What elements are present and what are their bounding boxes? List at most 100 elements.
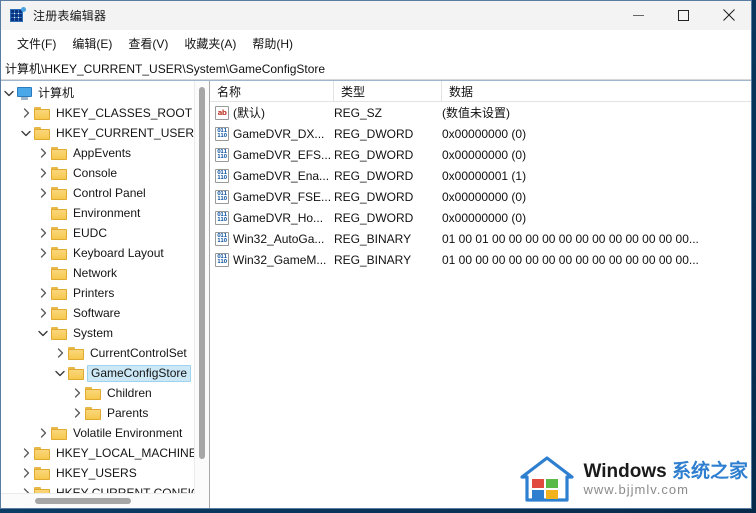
tree-horizontal-scrollbar[interactable] xyxy=(1,493,195,508)
close-button[interactable] xyxy=(706,1,751,29)
tree-horizontal-scroll-thumb[interactable] xyxy=(35,498,131,504)
chevron-down-icon[interactable] xyxy=(18,130,34,137)
chevron-right-icon[interactable] xyxy=(69,388,85,398)
folder-icon xyxy=(51,146,68,160)
menu-item-3[interactable]: 收藏夹(A) xyxy=(176,32,244,55)
value-name: GameDVR_Ena... xyxy=(233,168,330,183)
chevron-right-icon[interactable] xyxy=(52,348,68,358)
column-header-data[interactable]: 数据 xyxy=(442,81,751,101)
tree-node-label: Children xyxy=(107,385,152,400)
tree-node-label: Software xyxy=(73,305,121,320)
folder-icon xyxy=(34,466,51,480)
chevron-right-icon[interactable] xyxy=(18,468,34,478)
tree-node[interactable]: 计算机 xyxy=(1,83,195,103)
tree-node-label: Environment xyxy=(73,205,141,220)
tree-node[interactable]: GameConfigStore xyxy=(1,363,195,383)
binary-value-icon: 011 110 xyxy=(215,210,229,225)
tree-node[interactable]: Environment xyxy=(1,203,195,223)
tree-node-label: GameConfigStore xyxy=(87,364,192,382)
chevron-right-icon[interactable] xyxy=(35,188,51,198)
registry-editor-icon xyxy=(10,7,26,23)
menu-item-2[interactable]: 查看(V) xyxy=(120,32,176,55)
tree-node[interactable]: Keyboard Layout xyxy=(1,243,195,263)
value-name-cell: 011 110 GameDVR_Ho... xyxy=(210,210,334,225)
chevron-right-icon[interactable] xyxy=(35,228,51,238)
folder-icon xyxy=(68,366,85,380)
value-row[interactable]: 011 110 GameDVR_EFS... REG_DWORD 0x00000000 … xyxy=(210,144,751,165)
address-bar[interactable]: 计算机\HKEY_CURRENT_USER\System\GameConfigS… xyxy=(1,57,751,80)
tree-node-label: AppEvents xyxy=(73,145,132,160)
address-path: 计算机\HKEY_CURRENT_USER\System\GameConfigS… xyxy=(5,61,326,76)
value-data: 0x00000000 (0) xyxy=(442,210,527,225)
chevron-right-icon[interactable] xyxy=(35,148,51,158)
chevron-right-icon[interactable] xyxy=(35,168,51,178)
chevron-down-icon[interactable] xyxy=(1,90,17,97)
value-row[interactable]: 011 110 GameDVR_DX... REG_DWORD 0x00000000 (… xyxy=(210,123,751,144)
value-name-cell: ab (默认) xyxy=(210,104,334,121)
tree-vertical-scrollbar[interactable] xyxy=(194,81,209,494)
folder-icon xyxy=(51,286,68,300)
tree-vertical-scroll-thumb[interactable] xyxy=(199,87,205,459)
value-data: 0x00000001 (1) xyxy=(442,168,527,183)
tree-node[interactable]: Software xyxy=(1,303,195,323)
tree-node[interactable]: HKEY_CURRENT_USER xyxy=(1,123,195,143)
menu-item-1[interactable]: 编辑(E) xyxy=(64,32,120,55)
tree-node[interactable]: Control Panel xyxy=(1,183,195,203)
tree-node[interactable]: HKEY_CLASSES_ROOT xyxy=(1,103,195,123)
tree-node[interactable]: Printers xyxy=(1,283,195,303)
value-row[interactable]: 011 110 GameDVR_Ho... REG_DWORD 0x00000000 (… xyxy=(210,207,751,228)
chevron-right-icon[interactable] xyxy=(69,408,85,418)
tree-node[interactable]: EUDC xyxy=(1,223,195,243)
tree-node-label: HKEY_LOCAL_MACHINE xyxy=(56,445,195,460)
tree-node[interactable]: AppEvents xyxy=(1,143,195,163)
chevron-right-icon[interactable] xyxy=(35,248,51,258)
tree-node-label: HKEY_CLASSES_ROOT xyxy=(56,105,193,120)
menu-item-0[interactable]: 文件(F) xyxy=(9,32,64,55)
tree-node[interactable]: Volatile Environment xyxy=(1,423,195,443)
binary-value-icon: 011 110 xyxy=(215,252,229,267)
tree-node[interactable]: HKEY_USERS xyxy=(1,463,195,483)
tree-node[interactable]: CurrentControlSet xyxy=(1,343,195,363)
value-row[interactable]: 011 110 Win32_GameM... REG_BINARY 01 00 00 0… xyxy=(210,249,751,270)
chevron-right-icon[interactable] xyxy=(35,428,51,438)
value-row[interactable]: ab (默认) REG_SZ (数值未设置) xyxy=(210,102,751,123)
binary-value-icon: 011 110 xyxy=(215,126,229,141)
tree-node[interactable]: System xyxy=(1,323,195,343)
tree-node[interactable]: Children xyxy=(1,383,195,403)
value-type: REG_DWORD xyxy=(334,189,414,204)
tree-node-label: HKEY_USERS xyxy=(56,465,137,480)
chevron-right-icon[interactable] xyxy=(35,308,51,318)
value-data: 0x00000000 (0) xyxy=(442,189,527,204)
value-row[interactable]: 011 110 GameDVR_FSE... REG_DWORD 0x00000000 … xyxy=(210,186,751,207)
tree-node-label: 计算机 xyxy=(38,85,75,100)
value-data: (数值未设置) xyxy=(442,106,510,120)
column-header-name[interactable]: 名称 xyxy=(210,81,334,101)
folder-icon xyxy=(68,346,85,360)
value-name-cell: 011 110 Win32_GameM... xyxy=(210,252,334,267)
chevron-right-icon[interactable] xyxy=(18,108,34,118)
chevron-down-icon[interactable] xyxy=(35,330,51,337)
tree-node[interactable]: Network xyxy=(1,263,195,283)
tree-node-label: Console xyxy=(73,165,118,180)
tree-node[interactable]: Parents xyxy=(1,403,195,423)
string-value-icon: ab xyxy=(215,105,229,120)
value-row[interactable]: 011 110 GameDVR_Ena... REG_DWORD 0x00000001 … xyxy=(210,165,751,186)
menu-item-4[interactable]: 帮助(H) xyxy=(244,32,301,55)
minimize-button[interactable] xyxy=(616,1,661,29)
value-name: Win32_AutoGa... xyxy=(233,231,325,246)
maximize-button[interactable] xyxy=(661,1,706,29)
chevron-right-icon[interactable] xyxy=(35,288,51,298)
registry-tree-pane: 计算机 HKEY_CLASSES_ROOT HKEY_CURRENT_USER App… xyxy=(1,81,210,508)
tree-node[interactable]: HKEY_LOCAL_MACHINE xyxy=(1,443,195,463)
tree-node[interactable]: Console xyxy=(1,163,195,183)
column-header-type[interactable]: 类型 xyxy=(334,81,442,101)
chevron-down-icon[interactable] xyxy=(52,370,68,377)
window-controls xyxy=(616,1,751,29)
chevron-right-icon[interactable] xyxy=(18,448,34,458)
value-row[interactable]: 011 110 Win32_AutoGa... REG_BINARY 01 00 01 … xyxy=(210,228,751,249)
tree-node-label: Network xyxy=(73,265,118,280)
registry-editor-window: 注册表编辑器 文件(F) 编辑(E) 查看(V) 收藏夹(A) 帮助(H) 计算机\HK… xyxy=(0,0,752,509)
value-name-cell: 011 110 Win32_AutoGa... xyxy=(210,231,334,246)
window-title: 注册表编辑器 xyxy=(33,8,107,23)
tree-node-label: System xyxy=(73,325,114,340)
